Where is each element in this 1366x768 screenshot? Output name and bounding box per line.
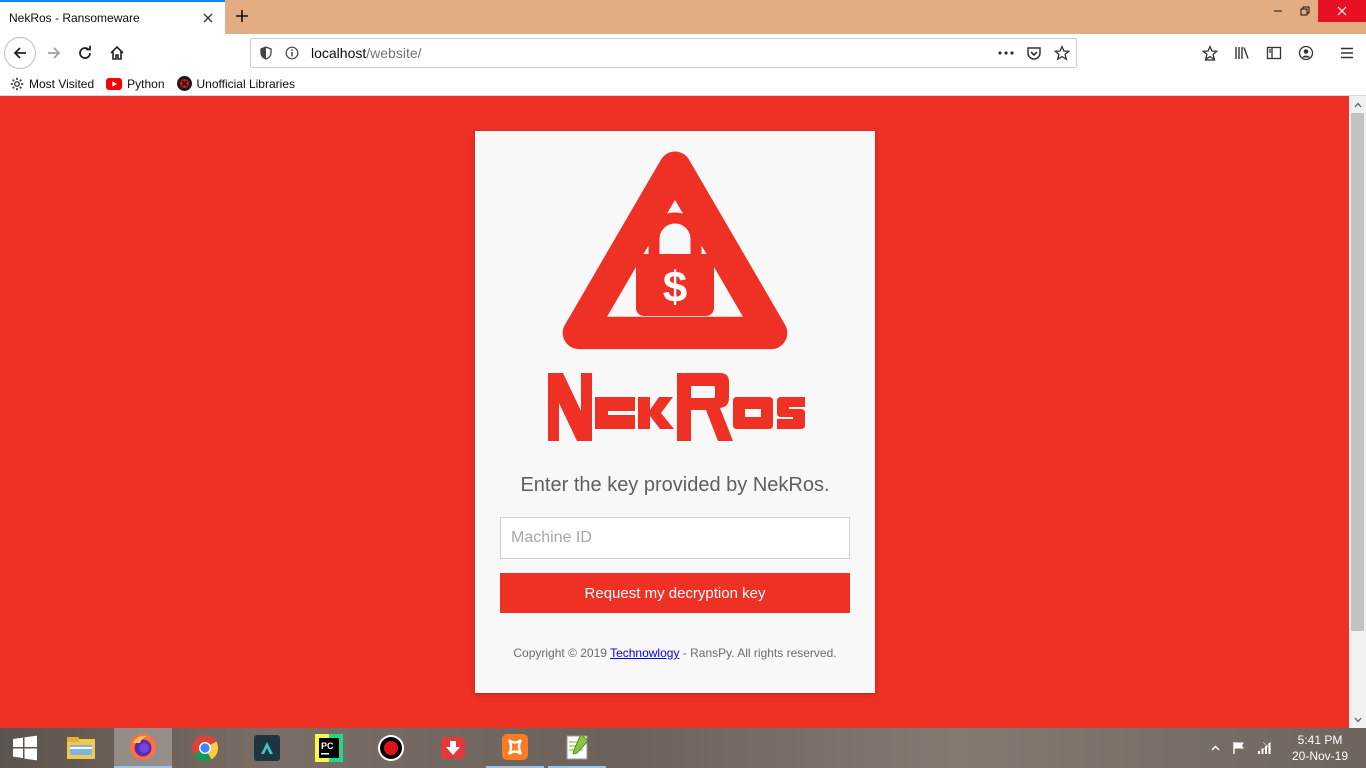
obs-icon [378, 735, 404, 761]
taskbar-clock[interactable]: 5:41 PM 20-Nov-19 [1282, 732, 1358, 764]
bookmarks-toolbar: Most Visited Python Unofficial Libraries [0, 72, 1366, 96]
restore-icon[interactable] [1290, 0, 1320, 22]
taskbar-filmora[interactable] [238, 728, 296, 768]
library-icon[interactable] [1228, 39, 1256, 67]
copyright-footer: Copyright © 2019 Technowlogy - RansPy. A… [475, 646, 875, 660]
minimize-icon[interactable] [1263, 0, 1293, 22]
chevron-up-icon [1211, 745, 1219, 751]
key-request-card: $ Enter the key provided by NekRos. Requ… [475, 131, 875, 693]
ransomware-lock-logo: $ [548, 151, 805, 441]
taskbar-notepad-plus-plus[interactable] [548, 728, 606, 768]
network-icon [1258, 741, 1272, 754]
page-viewport: $ Enter the key provided by NekRos. Requ… [0, 96, 1349, 728]
gear-icon [10, 77, 24, 90]
bookmark-label: Most Visited [29, 76, 95, 91]
start-icon [13, 735, 37, 761]
hamburger-menu-icon[interactable] [1333, 39, 1361, 67]
tab-title: NekRos - Ransomeware [9, 11, 140, 25]
library-logo-icon [176, 76, 192, 91]
reload-icon [79, 45, 91, 59]
scroll-down-icon[interactable] [1349, 711, 1366, 728]
forward-arrow-icon [48, 47, 61, 59]
scroll-up-icon[interactable] [1349, 96, 1366, 113]
new-tab-button[interactable] [228, 2, 256, 30]
dollar-sign-icon: $ [663, 263, 687, 312]
windows-taskbar: PC 5:41 PM 20-Nov-19 [0, 728, 1366, 768]
brand-wordmark [548, 373, 805, 441]
taskbar-xampp[interactable] [486, 728, 544, 768]
instruction-text: Enter the key provided by NekRos. [520, 474, 830, 496]
copyright-prefix: Copyright © 2019 [513, 646, 611, 660]
firefox-icon [130, 734, 156, 760]
chrome-icon [192, 735, 219, 762]
page-scrollbar[interactable] [1349, 96, 1366, 728]
url-bar[interactable]: localhost/website/ [250, 38, 1077, 68]
pocket-icon[interactable] [1020, 41, 1048, 65]
bookmark-label: Python [127, 76, 165, 91]
page-actions-icon[interactable] [992, 41, 1020, 65]
flag-icon [1233, 742, 1244, 754]
taskbar-pycharm[interactable]: PC [300, 728, 358, 768]
taskbar-file-explorer[interactable] [52, 728, 110, 768]
bookmark-python[interactable]: Python [106, 76, 165, 91]
notepad-plus-plus-icon [566, 733, 589, 760]
back-arrow-icon [13, 47, 26, 59]
youtube-icon [106, 77, 123, 90]
scrollbar-thumb[interactable] [1351, 113, 1364, 631]
copyright-suffix: - RansPy. All rights reserved. [679, 646, 837, 660]
pycharm-icon: PC [315, 734, 343, 762]
svg-text:PC: PC [321, 741, 334, 751]
network-status-button[interactable] [1254, 728, 1276, 768]
bookmarks-menu-icon[interactable] [1196, 39, 1224, 67]
browser-tab-active[interactable]: NekRos - Ransomeware [0, 0, 225, 34]
sidebar-icon[interactable] [1260, 39, 1288, 67]
tracking-shield-icon[interactable] [255, 42, 277, 64]
tab-strip: NekRos - Ransomeware [0, 0, 1366, 34]
home-button[interactable] [102, 38, 132, 68]
file-explorer-icon [67, 737, 95, 759]
account-icon[interactable] [1292, 39, 1320, 67]
request-decryption-key-button[interactable]: Request my decryption key [500, 573, 850, 613]
action-center-flag-button[interactable] [1228, 728, 1250, 768]
bookmark-most-visited[interactable]: Most Visited [10, 77, 94, 91]
back-button[interactable] [4, 37, 36, 69]
start-button[interactable] [0, 728, 50, 768]
reload-button[interactable] [70, 38, 100, 68]
tab-close-icon[interactable] [195, 5, 221, 31]
navigation-toolbar: localhost/website/ [0, 34, 1366, 72]
home-icon [110, 45, 124, 60]
taskbar-obs[interactable] [362, 728, 420, 768]
clock-date: 20-Nov-19 [1291, 749, 1349, 763]
taskbar-chrome[interactable] [176, 728, 234, 768]
site-info-icon[interactable] [281, 42, 303, 64]
technowlogy-link[interactable]: Technowlogy [610, 646, 679, 660]
url-host: localhost [311, 45, 367, 61]
padlock-shackle [648, 212, 702, 258]
url-path: /website/ [366, 45, 422, 61]
filmora-icon [254, 735, 280, 761]
bookmark-unofficial-libraries[interactable]: Unofficial Libraries [176, 76, 296, 91]
taskbar-firefox[interactable] [114, 728, 172, 768]
xampp-icon [502, 734, 528, 760]
forward-button[interactable] [39, 38, 69, 68]
clock-time: 5:41 PM [1297, 733, 1343, 747]
machine-id-input[interactable] [500, 517, 850, 559]
show-hidden-icons-button[interactable] [1207, 728, 1223, 768]
taskbar-downloader[interactable] [424, 728, 482, 768]
downloader-icon [441, 737, 465, 759]
bookmark-star-icon[interactable] [1048, 41, 1076, 65]
bookmark-label: Unofficial Libraries [196, 76, 296, 91]
window-close-icon[interactable] [1318, 0, 1366, 22]
